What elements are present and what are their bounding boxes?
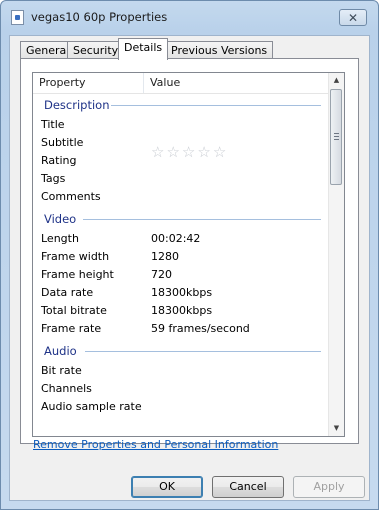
value-data-rate[interactable]: 18300kbps bbox=[151, 286, 212, 299]
properties-dialog: vegas10 60p Properties ✕ General Securit… bbox=[0, 0, 379, 510]
property-comments[interactable]: Comments bbox=[41, 190, 101, 203]
vertical-scrollbar[interactable]: ▲ ▼ bbox=[328, 73, 344, 436]
star-icon[interactable]: ☆ bbox=[197, 144, 210, 160]
star-icon[interactable]: ☆ bbox=[166, 144, 179, 160]
property-total-bitrate[interactable]: Total bitrate bbox=[41, 304, 107, 317]
property-bit-rate[interactable]: Bit rate bbox=[41, 364, 82, 377]
property-length[interactable]: Length bbox=[41, 232, 79, 245]
scrollbar-thumb[interactable] bbox=[330, 89, 342, 185]
property-title[interactable]: Title bbox=[41, 118, 65, 131]
apply-button[interactable]: Apply bbox=[293, 476, 365, 498]
star-icon[interactable]: ☆ bbox=[182, 144, 195, 160]
tab-previous-versions[interactable]: Previous Versions bbox=[165, 41, 274, 59]
dialog-body: General Security Details Previous Versio… bbox=[9, 35, 370, 501]
remove-properties-link[interactable]: Remove Properties and Personal Informati… bbox=[33, 438, 278, 451]
property-channels[interactable]: Channels bbox=[41, 382, 92, 395]
column-header-property[interactable]: Property bbox=[39, 76, 86, 89]
file-icon bbox=[11, 10, 24, 25]
scroll-down-arrow-icon[interactable]: ▼ bbox=[329, 421, 344, 436]
value-length[interactable]: 00:02:42 bbox=[151, 232, 200, 245]
group-video: Video bbox=[44, 212, 77, 226]
properties-list[interactable]: Property Value Description Title Subtitl… bbox=[32, 72, 345, 437]
property-frame-height[interactable]: Frame height bbox=[41, 268, 114, 281]
group-divider bbox=[83, 219, 321, 220]
cancel-button[interactable]: Cancel bbox=[212, 476, 284, 498]
group-divider bbox=[111, 105, 321, 106]
close-button[interactable]: ✕ bbox=[339, 9, 367, 26]
group-divider bbox=[85, 351, 321, 352]
value-frame-rate[interactable]: 59 frames/second bbox=[151, 322, 250, 335]
property-rating[interactable]: Rating bbox=[41, 154, 76, 167]
group-audio: Audio bbox=[44, 344, 77, 358]
tab-security[interactable]: Security bbox=[67, 41, 125, 59]
value-total-bitrate[interactable]: 18300kbps bbox=[151, 304, 212, 317]
property-frame-width[interactable]: Frame width bbox=[41, 250, 109, 263]
star-icon[interactable]: ☆ bbox=[151, 144, 164, 160]
property-tags[interactable]: Tags bbox=[41, 172, 65, 185]
column-divider[interactable] bbox=[143, 73, 144, 93]
star-icon[interactable]: ☆ bbox=[213, 144, 226, 160]
property-subtitle[interactable]: Subtitle bbox=[41, 136, 83, 149]
property-audio-sample-rate[interactable]: Audio sample rate bbox=[41, 400, 142, 413]
tab-details[interactable]: Details bbox=[118, 38, 169, 60]
list-header: Property Value bbox=[33, 73, 331, 94]
grip-icon bbox=[334, 133, 339, 140]
value-frame-width[interactable]: 1280 bbox=[151, 250, 179, 263]
value-frame-height[interactable]: 720 bbox=[151, 268, 172, 281]
window-title: vegas10 60p Properties bbox=[31, 10, 168, 24]
details-panel: Property Value Description Title Subtitl… bbox=[20, 58, 359, 444]
rating-stars[interactable]: ☆ ☆ ☆ ☆ ☆ bbox=[151, 144, 226, 160]
column-header-value[interactable]: Value bbox=[150, 76, 180, 89]
property-data-rate[interactable]: Data rate bbox=[41, 286, 93, 299]
property-frame-rate[interactable]: Frame rate bbox=[41, 322, 101, 335]
scroll-up-arrow-icon[interactable]: ▲ bbox=[329, 73, 344, 88]
ok-button[interactable]: OK bbox=[131, 476, 203, 498]
title-bar[interactable]: vegas10 60p Properties ✕ bbox=[1, 1, 378, 35]
group-description: Description bbox=[44, 98, 110, 112]
